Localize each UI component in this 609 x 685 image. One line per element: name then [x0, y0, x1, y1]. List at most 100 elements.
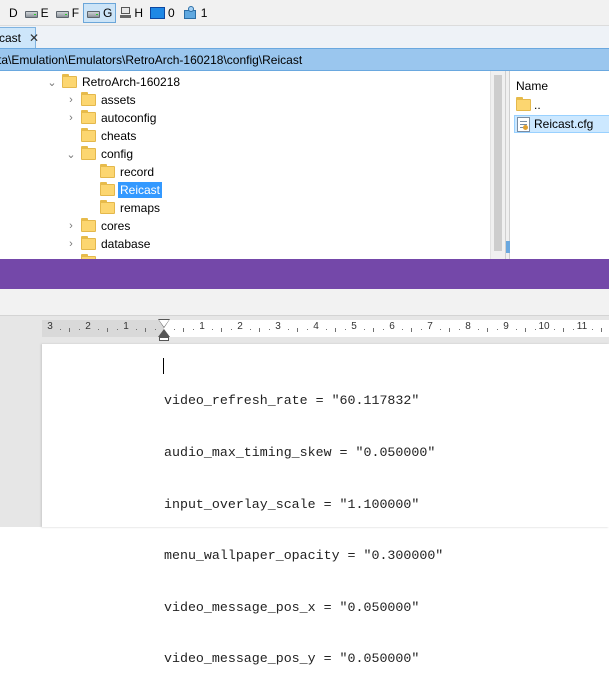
ruler-tick — [487, 328, 488, 332]
drive-label: D — [9, 5, 18, 20]
drive-e[interactable]: E — [22, 3, 52, 23]
address-bar[interactable]: ta\Emulation\Emulators\RetroArch-160218\… — [0, 48, 609, 71]
ruler-tick — [373, 328, 374, 332]
scrollbar-thumb[interactable] — [494, 75, 502, 251]
ruler-dot — [117, 329, 118, 330]
ruler-tick — [183, 328, 184, 332]
ruler-dot — [497, 329, 498, 330]
folder-icon — [100, 200, 115, 214]
tab-reicast[interactable]: cast ✕ — [0, 27, 39, 48]
drive-g[interactable]: G — [83, 2, 117, 23]
ruler-number: 3 — [47, 321, 53, 332]
tree-node-label: assets — [101, 93, 136, 107]
ruler-dot — [174, 329, 175, 330]
document-line: video_refresh_rate = "60.117832" — [164, 393, 420, 409]
folder-icon — [100, 164, 115, 178]
tree-node-label: cheats — [101, 129, 137, 143]
config-file-icon — [517, 116, 530, 132]
ruler-dot — [231, 329, 232, 330]
ruler-dot — [459, 329, 460, 330]
ruler-dot — [364, 329, 365, 330]
ruler-tick — [335, 328, 336, 332]
ruler-tick — [411, 328, 412, 332]
ruler-tick — [449, 328, 450, 332]
ruler-number: 11 — [576, 321, 588, 332]
tree-node-label: autoconfig — [101, 111, 157, 125]
close-icon[interactable]: ✕ — [29, 31, 39, 45]
ruler-dot — [288, 329, 289, 330]
tree-node-reicast[interactable]: Reicast — [84, 181, 164, 199]
file-row-reicast-cfg[interactable]: Reicast.cfg — [514, 115, 609, 133]
file-row-parent[interactable]: .. — [514, 96, 541, 114]
document-line: menu_wallpaper_opacity = "0.300000" — [164, 548, 444, 564]
ruler-number: 3 — [275, 321, 281, 332]
ruler-dot — [155, 329, 156, 330]
ruler-tick — [145, 328, 146, 332]
file-name: Reicast.cfg — [534, 117, 594, 131]
column-header-name[interactable]: Name — [516, 79, 548, 93]
address-path: ta\Emulation\Emulators\RetroArch-160218\… — [0, 52, 303, 67]
ruler-dot — [478, 329, 479, 330]
folder-icon — [100, 182, 115, 196]
ruler-number: 4 — [313, 321, 319, 332]
ruler-dot — [345, 329, 346, 330]
folder-icon — [81, 146, 96, 160]
folder-icon — [62, 74, 77, 88]
chevron-right-icon[interactable]: › — [65, 112, 77, 124]
drive-label: 1 — [200, 5, 208, 20]
drive-network-share[interactable]: 1 — [179, 3, 211, 23]
ruler-number: 8 — [465, 321, 471, 332]
tree-node-cheats[interactable]: cheats — [65, 127, 138, 145]
ruler[interactable]: 3 2 1 1 2 3 4 5 6 7 8 9 10 11 — [0, 315, 609, 342]
drive-label: 0 — [168, 5, 175, 20]
ruler-number: 2 — [85, 321, 91, 332]
chevron-down-icon[interactable]: ⌄ — [65, 148, 77, 161]
ruler-dot — [440, 329, 441, 330]
ruler-dot — [516, 329, 517, 330]
tree-node-database[interactable]: › database — [65, 235, 152, 253]
indent-marker[interactable] — [158, 319, 170, 341]
tree-scrollbar[interactable] — [490, 71, 505, 259]
ruler-dot — [136, 329, 137, 330]
file-name: .. — [534, 98, 541, 112]
folder-icon — [81, 128, 96, 142]
tree-node-remaps[interactable]: remaps — [84, 199, 162, 217]
tree-node-assets[interactable]: › assets — [65, 91, 138, 109]
folder-icon — [81, 92, 96, 106]
ruler-tick — [107, 328, 108, 332]
document-text[interactable]: video_refresh_rate = "60.117832" audio_m… — [164, 358, 443, 685]
tree-node-label: record — [120, 165, 155, 179]
drive-f[interactable]: F — [53, 3, 82, 23]
document-line: audio_max_timing_skew = "0.050000" — [164, 445, 436, 461]
ruler-tick — [563, 328, 564, 332]
chevron-right-icon[interactable]: › — [65, 220, 77, 232]
tree-node-record[interactable]: record — [84, 163, 156, 181]
tree-node-config[interactable]: ⌄ config — [65, 145, 135, 163]
ruler-dot — [193, 329, 194, 330]
folder-icon — [81, 236, 96, 250]
tree-node-autoconfig[interactable]: › autoconfig — [65, 109, 158, 127]
drive-d[interactable]: D — [0, 3, 21, 23]
document-line: video_message_pos_y = "0.050000" — [164, 651, 420, 667]
drive-h[interactable]: H — [117, 3, 146, 23]
chevron-right-icon[interactable]: › — [65, 94, 77, 106]
ruler-dot — [326, 329, 327, 330]
ruler-dot — [98, 329, 99, 330]
ruler-dot — [79, 329, 80, 330]
ruler-tick — [221, 328, 222, 332]
chevron-right-icon[interactable]: › — [65, 238, 77, 250]
folder-icon — [81, 218, 96, 232]
tree-node-retroarch[interactable]: ⌄ RetroArch-160218 — [46, 73, 182, 91]
tree-node-label: config — [101, 147, 134, 161]
drive-desktop[interactable]: 0 — [147, 3, 178, 23]
folder-icon — [81, 110, 96, 124]
ruler-dot — [383, 329, 384, 330]
ruler-dot — [212, 329, 213, 330]
ruler-number: 5 — [351, 321, 357, 332]
tree-node-cores[interactable]: › cores — [65, 217, 132, 235]
ruler-number: 2 — [237, 321, 243, 332]
drive-icon — [55, 11, 69, 18]
window-title-band — [0, 259, 609, 289]
ruler-number: 6 — [389, 321, 395, 332]
chevron-down-icon[interactable]: ⌄ — [46, 76, 58, 89]
